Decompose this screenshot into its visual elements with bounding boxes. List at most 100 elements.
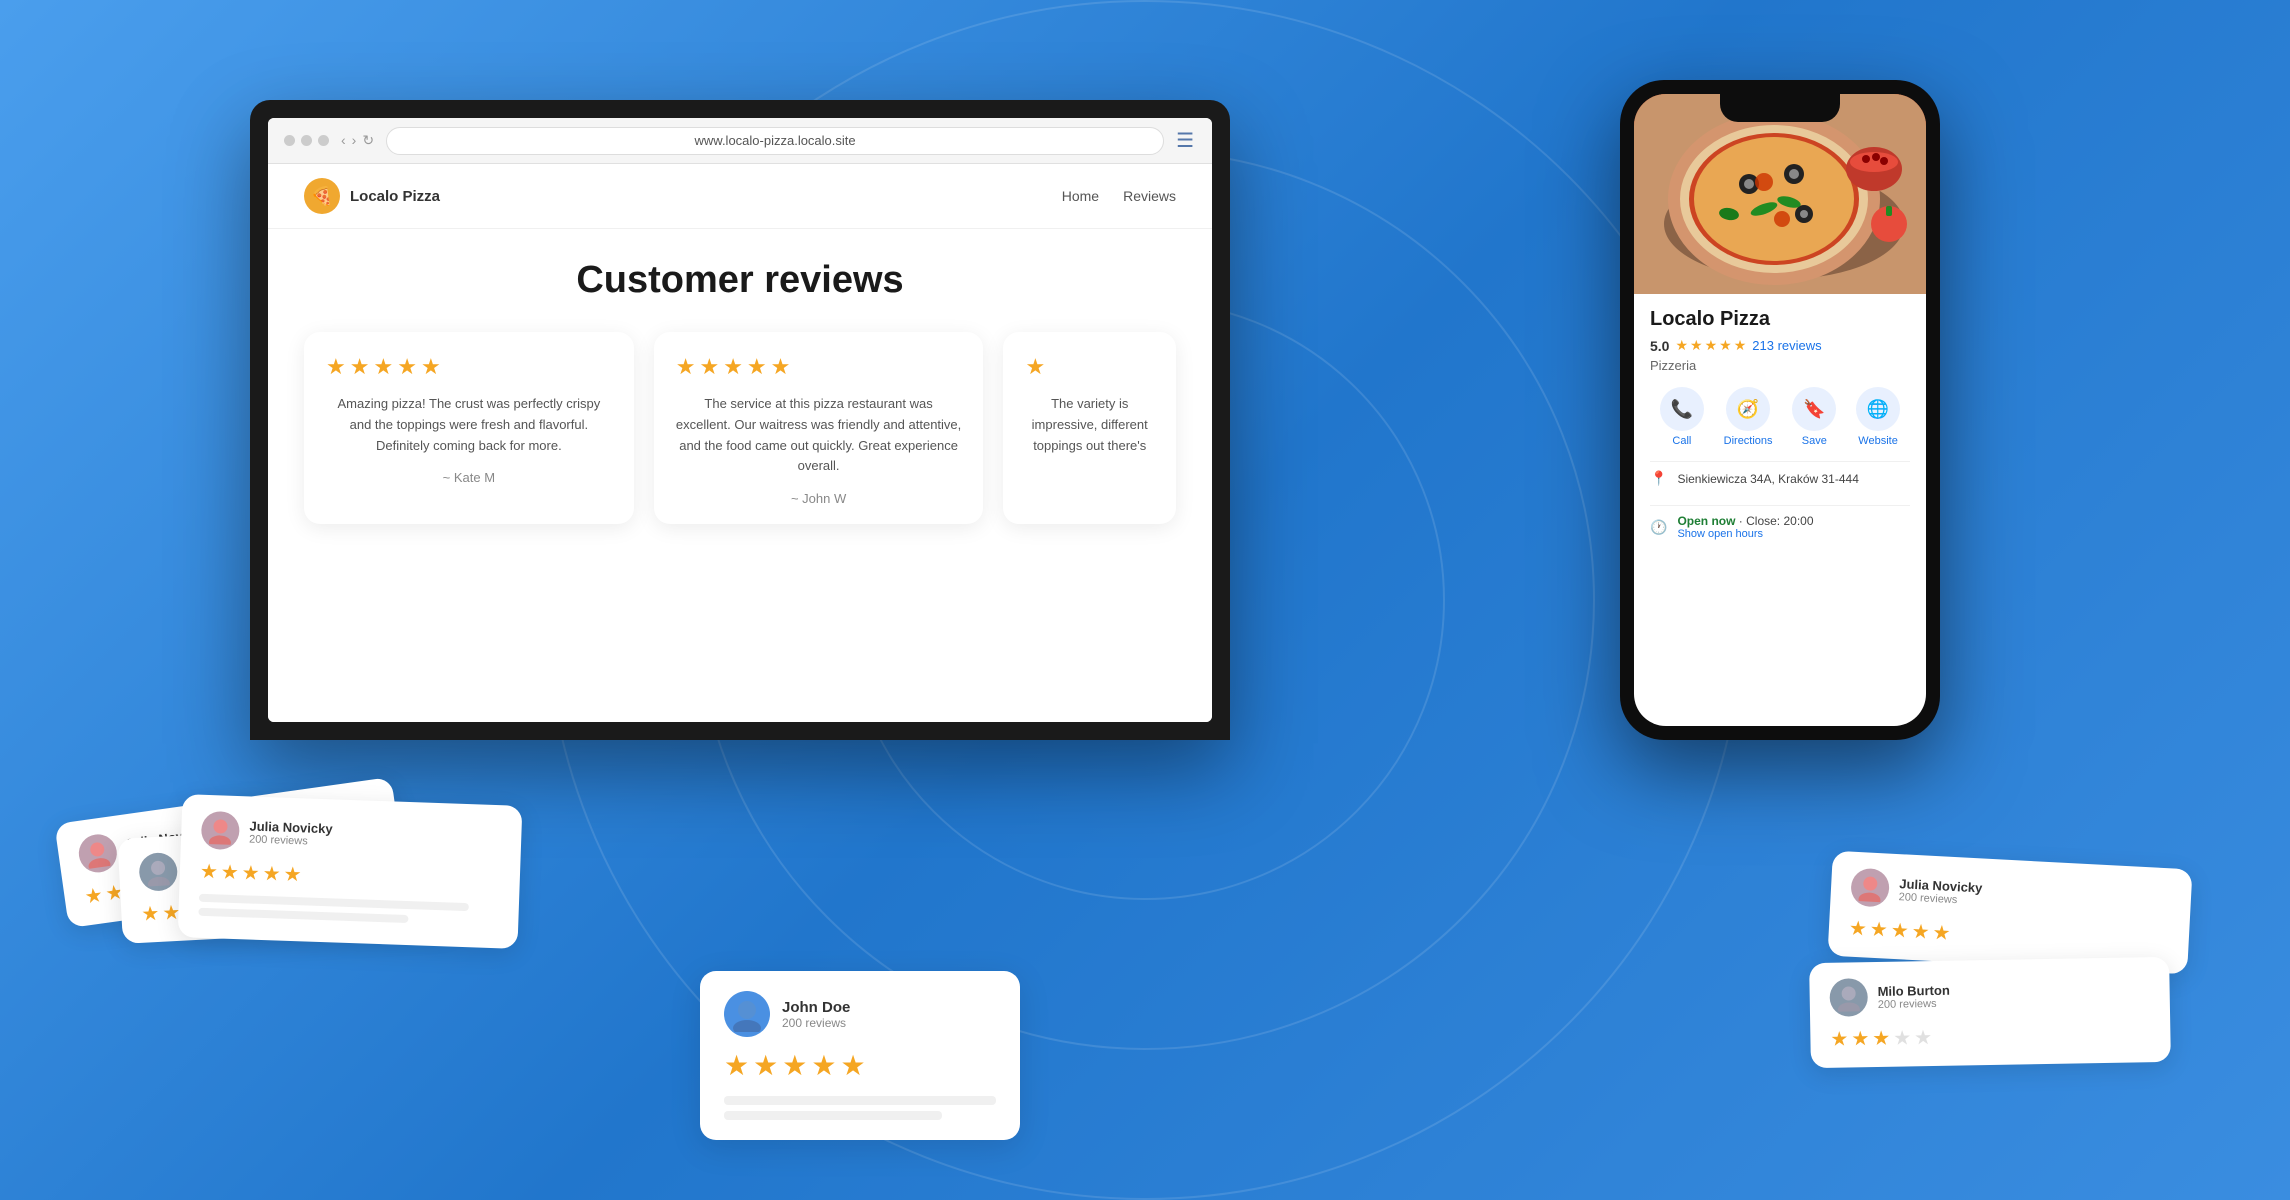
save-label: Save bbox=[1802, 435, 1827, 447]
rc-reviews-2: 200 reviews bbox=[1878, 997, 1950, 1010]
rc-stars-2: ★ ★ ★ ★ ★ bbox=[1830, 1021, 2150, 1052]
star-4: ★ bbox=[397, 354, 417, 380]
rcstar-2: ★ bbox=[1851, 1026, 1869, 1051]
cc-name: John Doe bbox=[782, 999, 850, 1016]
star-5: ★ bbox=[421, 354, 441, 380]
phone-rating-number: 5.0 bbox=[1650, 338, 1669, 354]
phone-action-website[interactable]: 🌐 Website bbox=[1856, 387, 1900, 447]
review-cards-list: ★ ★ ★ ★ ★ Amazing pizza! The crust was p… bbox=[304, 332, 1176, 524]
browser-dot-2 bbox=[301, 135, 312, 146]
ccstar-2: ★ bbox=[753, 1049, 778, 1082]
back-icon[interactable]: ‹ bbox=[341, 132, 346, 149]
browser-nav[interactable]: ‹ › ↻ bbox=[341, 132, 374, 149]
cc-reviews: 200 reviews bbox=[782, 1016, 850, 1030]
phone-review-count[interactable]: 213 reviews bbox=[1752, 338, 1821, 353]
phone-category: Pizzeria bbox=[1650, 358, 1910, 373]
phone-hours-row: 🕐 Open now · Close: 20:00 Show open hour… bbox=[1650, 505, 1910, 548]
phone-notch bbox=[1720, 94, 1840, 122]
fstar-5: ★ bbox=[283, 862, 302, 888]
cc-user-info: John Doe 200 reviews bbox=[782, 999, 850, 1030]
rc-user-info-2: Milo Burton 200 reviews bbox=[1877, 982, 1950, 1010]
rc-avatar-1 bbox=[1850, 868, 1890, 908]
reviewer-2: ~ John W bbox=[676, 491, 962, 506]
fstar-3: ★ bbox=[241, 860, 260, 886]
cc-line-1 bbox=[724, 1096, 996, 1105]
phone-rating-row: 5.0 ★ ★ ★ ★ ★ 213 reviews bbox=[1650, 337, 1910, 354]
browser-menu-icon[interactable]: ☰ bbox=[1176, 128, 1196, 153]
pstar-3: ★ bbox=[1705, 337, 1718, 354]
phone-action-save[interactable]: 🔖 Save bbox=[1792, 387, 1836, 447]
clock-icon: 🕐 bbox=[1650, 519, 1667, 536]
browser-dot-1 bbox=[284, 135, 295, 146]
rcstar-3: ★ bbox=[1890, 918, 1909, 944]
cc-stars: ★ ★ ★ ★ ★ bbox=[724, 1049, 996, 1082]
floating-cards-area: Julia Novicky 200 reviews ★ ★ ★ ★ ★ bbox=[60, 800, 580, 1120]
laptop-screen: ‹ › ↻ www.localo-pizza.localo.site ☰ 🍕 L bbox=[268, 118, 1212, 722]
cc-line-2 bbox=[724, 1111, 942, 1120]
rc-user-2: Milo Burton 200 reviews bbox=[1829, 973, 2150, 1017]
rcstar-2: ★ bbox=[1869, 917, 1888, 943]
star-3: ★ bbox=[373, 354, 393, 380]
float-card-3: Julia Novicky 200 reviews ★ ★ ★ ★ ★ bbox=[178, 794, 523, 949]
open-status: Open now bbox=[1677, 514, 1735, 528]
save-icon[interactable]: 🔖 bbox=[1792, 387, 1836, 431]
review-card-3: ★ The variety is impressive, different t… bbox=[1003, 332, 1176, 524]
reviews-title: Customer reviews bbox=[304, 259, 1176, 302]
fstar-1: ★ bbox=[83, 882, 104, 909]
pizza-image bbox=[1634, 94, 1926, 294]
fstar-2: ★ bbox=[220, 860, 239, 886]
logo-icon: 🍕 bbox=[304, 178, 340, 214]
pstar-4: ★ bbox=[1719, 337, 1732, 354]
refresh-icon[interactable]: ↻ bbox=[362, 132, 374, 149]
star-2: ★ bbox=[699, 354, 719, 380]
rcstar-1: ★ bbox=[1830, 1026, 1848, 1051]
star-2: ★ bbox=[350, 354, 370, 380]
phone-screen: Localo Pizza 5.0 ★ ★ ★ ★ ★ 213 reviews P… bbox=[1634, 94, 1926, 726]
browser-dot-3 bbox=[318, 135, 329, 146]
right-cards-area: Julia Novicky 200 reviews ★ ★ ★ ★ ★ bbox=[1810, 860, 2210, 1140]
nav-reviews[interactable]: Reviews bbox=[1123, 188, 1176, 204]
rc-user-1: Julia Novicky 200 reviews bbox=[1850, 868, 2172, 923]
ccstar-1: ★ bbox=[724, 1049, 749, 1082]
browser-url-bar[interactable]: www.localo-pizza.localo.site bbox=[386, 127, 1164, 155]
pstar-1: ★ bbox=[1675, 337, 1688, 354]
url-text: www.localo-pizza.localo.site bbox=[695, 133, 856, 148]
phone-action-directions[interactable]: 🧭 Directions bbox=[1724, 387, 1773, 447]
directions-label: Directions bbox=[1724, 435, 1773, 447]
phone-frame: Localo Pizza 5.0 ★ ★ ★ ★ ★ 213 reviews P… bbox=[1620, 80, 1940, 740]
review-text-3: The variety is impressive, different top… bbox=[1025, 394, 1154, 456]
star-1: ★ bbox=[1025, 354, 1045, 380]
phone-address-row: 📍 Sienkiewicza 34A, Kraków 31-444 bbox=[1650, 461, 1910, 495]
pstar-2: ★ bbox=[1690, 337, 1703, 354]
review-card-2: ★ ★ ★ ★ ★ The service at this pizza rest… bbox=[654, 332, 984, 524]
fc-line-2 bbox=[198, 908, 408, 923]
rcstar-4: ★ bbox=[1911, 919, 1930, 945]
review-stars-1: ★ ★ ★ ★ ★ bbox=[326, 354, 612, 380]
review-stars-2: ★ ★ ★ ★ ★ bbox=[676, 354, 962, 380]
pizza-visual bbox=[1634, 94, 1926, 294]
pstar-5: ★ bbox=[1734, 337, 1747, 354]
fc-avatar-3 bbox=[201, 811, 240, 850]
cc-lines bbox=[724, 1096, 996, 1120]
fc-avatar-2 bbox=[138, 852, 178, 892]
site-navigation: 🍕 Localo Pizza Home Reviews bbox=[268, 164, 1212, 229]
call-icon[interactable]: 📞 bbox=[1660, 387, 1704, 431]
nav-home[interactable]: Home bbox=[1062, 188, 1099, 204]
right-card-1: Julia Novicky 200 reviews ★ ★ ★ ★ ★ bbox=[1827, 851, 2192, 975]
reviewer-1: ~ Kate M bbox=[326, 470, 612, 485]
review-text-1: Amazing pizza! The crust was perfectly c… bbox=[326, 394, 612, 456]
review-text-2: The service at this pizza restaurant was… bbox=[676, 394, 962, 477]
center-review-card: John Doe 200 reviews ★ ★ ★ ★ ★ bbox=[700, 971, 1020, 1140]
website-icon[interactable]: 🌐 bbox=[1856, 387, 1900, 431]
rc-stars-1: ★ ★ ★ ★ ★ bbox=[1848, 916, 2169, 958]
forward-icon[interactable]: › bbox=[352, 132, 357, 149]
show-hours-link[interactable]: Show open hours bbox=[1677, 528, 1813, 540]
directions-icon[interactable]: 🧭 bbox=[1726, 387, 1770, 431]
close-time-text: Close: 20:00 bbox=[1746, 514, 1813, 528]
review-card-1: ★ ★ ★ ★ ★ Amazing pizza! The crust was p… bbox=[304, 332, 634, 524]
fc-stars-3: ★ ★ ★ ★ ★ bbox=[199, 859, 500, 894]
phone-info: Localo Pizza 5.0 ★ ★ ★ ★ ★ 213 reviews P… bbox=[1634, 294, 1926, 726]
fc-user-info-3: Julia Novicky 200 reviews bbox=[249, 818, 333, 848]
rc-avatar-2 bbox=[1829, 978, 1868, 1017]
phone-action-call[interactable]: 📞 Call bbox=[1660, 387, 1704, 447]
